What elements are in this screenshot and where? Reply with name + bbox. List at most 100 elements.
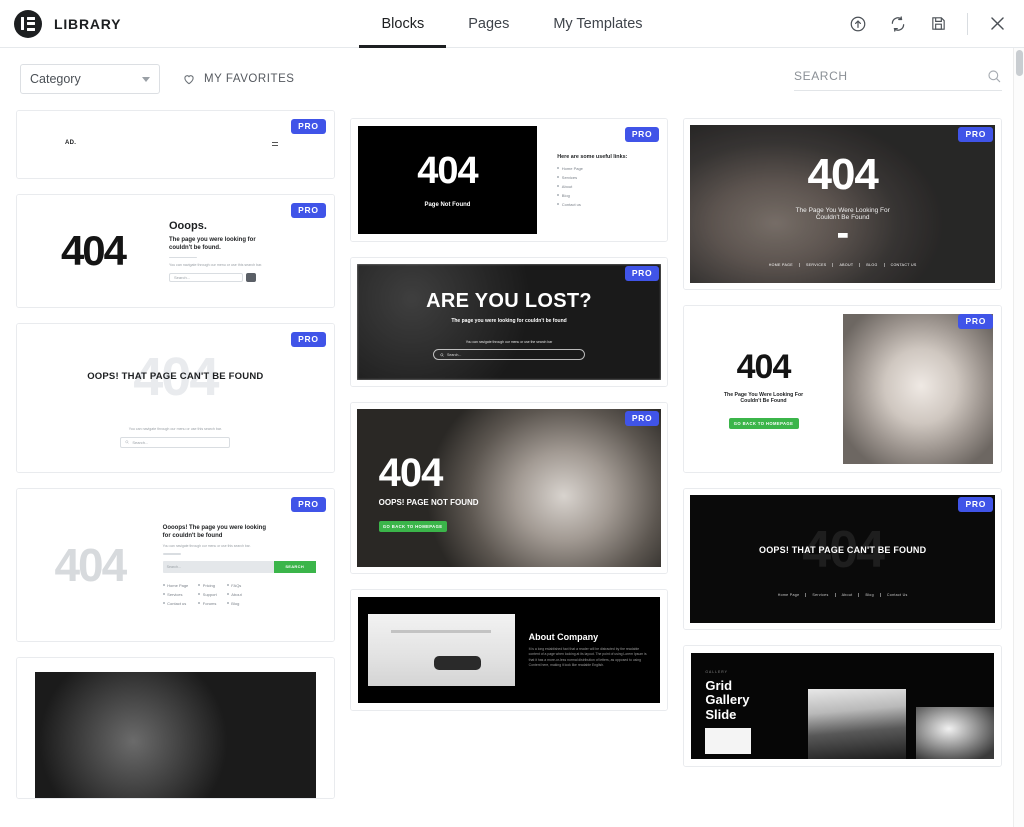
close-icon[interactable] [986, 13, 1008, 35]
sync-icon[interactable] [887, 13, 909, 35]
brand: LIBRARY [0, 9, 122, 38]
upload-circle-icon[interactable] [847, 13, 869, 35]
search-input[interactable] [794, 68, 980, 83]
template-card[interactable]: PRO AD. [16, 110, 335, 179]
templates-column-3: PRO 404 The Page You Were Looking For Co… [683, 110, 1003, 767]
tab-pages[interactable]: Pages [446, 0, 531, 48]
mockup-link: Forums [202, 600, 217, 606]
mockup-logo-text: AD. [65, 140, 77, 146]
mockup-body: You can navigate through our menu or use… [128, 426, 222, 431]
mockup-link: Pricing [202, 582, 216, 588]
status-badge: PRO [291, 119, 326, 134]
mockup-body: It is a long established fact that a rea… [528, 646, 647, 667]
mockup-nav-link: CONTACT US [890, 263, 917, 267]
filter-toolbar: Category MY FAVORITES [0, 48, 1024, 110]
elementor-logo-icon [14, 9, 42, 38]
mockup-nav-link: HOME PAGE [768, 263, 793, 267]
category-select[interactable]: Category [20, 64, 160, 94]
mockup-nav-link: BLOG [866, 263, 878, 267]
mockup-body: You can navigate through our menu or use… [162, 544, 251, 549]
floppy-disk-icon[interactable] [927, 13, 949, 35]
mockup-heading: Ooops. [169, 219, 207, 232]
mockup-search-placeholder: Search... [174, 275, 191, 281]
divider [169, 256, 197, 259]
template-card[interactable]: PRO 404 Ooops. The page you were looking… [16, 194, 335, 308]
mockup-eyebrow: GALLERY [705, 669, 728, 674]
mockup-heading: OOPS! THAT PAGE CAN'T BE FOUND [759, 545, 927, 555]
mockup-subheading: OOPS! PAGE NOT FOUND [378, 498, 479, 507]
mockup-subheading: The page you were looking for couldn't b… [169, 236, 256, 251]
status-badge: PRO [291, 332, 326, 347]
mockup-subheading: The page you were looking for couldn't b… [451, 318, 567, 324]
heart-icon [182, 72, 196, 86]
template-card[interactable]: PRO ARE YOU LOST? The page you were look… [349, 257, 669, 387]
status-badge: PRO [291, 497, 326, 512]
mockup-link: FAQs [231, 582, 242, 588]
mockup-link: Support [202, 591, 217, 597]
search-icon [246, 273, 256, 283]
status-badge: PRO [624, 411, 660, 426]
template-card[interactable]: PRO 404 OOPS! THAT PAGE CAN'T BE FOUND H… [683, 488, 1003, 630]
mockup-link: Blog [561, 192, 570, 198]
mockup-cta-button: GO BACK TO HOMEPAGE [728, 417, 799, 429]
template-card[interactable]: PRO 404 The Page You Were Looking For Co… [683, 118, 1003, 290]
template-card[interactable]: PRO 404 Oooops! The page you were lookin… [16, 488, 335, 642]
mockup-link: About [231, 591, 242, 597]
mockup-heading: Grid [705, 677, 733, 693]
search-icon[interactable] [986, 68, 1002, 84]
mockup-link-column: FAQs About Blog [226, 582, 242, 606]
mockup-search-button: SEARCH [273, 560, 316, 573]
templates-column-1: PRO AD. PRO 404 Ooops. The page you were… [16, 110, 335, 799]
tab-blocks[interactable]: Blocks [359, 0, 446, 48]
mockup-nav-link: About [841, 593, 853, 597]
templates-grid: PRO AD. PRO 404 Ooops. The page you were… [16, 110, 1003, 799]
mockup-heading: About Company [528, 631, 599, 642]
mockup-link: Services [167, 591, 183, 597]
status-badge: PRO [958, 127, 994, 142]
my-favorites-filter[interactable]: MY FAVORITES [182, 72, 295, 86]
mockup-subheading: Couldn't Be Found [815, 214, 870, 221]
scrollbar-thumb[interactable] [1016, 50, 1023, 76]
template-card[interactable]: GALLERY Grid Gallery Slide [683, 645, 1003, 767]
mockup-nav-link: ABOUT [839, 263, 854, 267]
my-favorites-label: MY FAVORITES [204, 73, 295, 85]
templates-column-2: PRO 404 Page Not Found Here are some use… [349, 110, 669, 711]
template-card[interactable] [16, 657, 335, 799]
mockup-link-column: Home Page Services Contact us [162, 583, 188, 606]
mockup-search-placeholder: Search... [162, 560, 274, 573]
mockup-404-code: 404 [807, 150, 878, 199]
chevron-down-icon [142, 76, 150, 82]
header-actions [847, 12, 1024, 35]
mockup-photo [807, 689, 906, 759]
templates-scroll-area[interactable]: PRO AD. PRO 404 Ooops. The page you were… [0, 110, 1024, 827]
mockup-link: Services [561, 174, 578, 180]
mockup-link: Contact us [561, 201, 581, 207]
mockup-heading: Slide [705, 706, 737, 722]
template-card[interactable]: PRO 404 OOPS! PAGE NOT FOUND GO BACK TO … [349, 402, 669, 574]
template-card[interactable]: PRO 404 OOPS! THAT PAGE CAN'T BE FOUND Y… [16, 323, 335, 473]
template-card[interactable]: PRO 404 The Page You Were Looking For Co… [683, 305, 1003, 473]
mockup-search-placeholder: Search... [132, 439, 149, 445]
mockup-link: Home Page [561, 165, 583, 171]
mockup-404-code: 404 [54, 539, 127, 591]
mockup-body: You can navigate through our menu or use… [465, 340, 553, 344]
hamburger-icon [271, 142, 278, 146]
page-title: LIBRARY [54, 15, 122, 32]
mockup-photo [35, 672, 316, 798]
scrollbar[interactable] [1013, 48, 1024, 827]
template-card[interactable]: PRO 404 Page Not Found Here are some use… [349, 118, 669, 242]
tab-my-templates[interactable]: My Templates [531, 0, 664, 48]
divider [162, 553, 181, 555]
mockup-nav-link: Home Page [777, 593, 800, 597]
mockup-photo [842, 314, 994, 464]
template-card[interactable]: About Company It is a long established f… [349, 589, 669, 711]
mockup-heading: Gallery [705, 692, 750, 708]
flag-icon [837, 233, 848, 241]
mockup-links-title: Here are some useful links: [557, 153, 628, 160]
status-badge: PRO [958, 497, 994, 512]
mockup-link: Contact us [167, 600, 187, 606]
mockup-heading: OOPS! THAT PAGE CAN'T BE FOUND [87, 371, 264, 382]
divider [967, 12, 968, 35]
modal-header: LIBRARY Blocks Pages My Templates [0, 0, 1024, 48]
category-select-label: Category [30, 72, 81, 86]
